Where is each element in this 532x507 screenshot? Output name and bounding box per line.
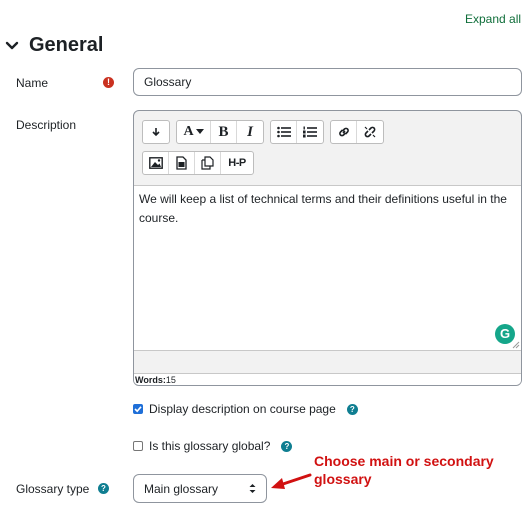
link-button[interactable] xyxy=(331,121,357,143)
media-button[interactable] xyxy=(169,152,195,174)
display-description-label[interactable]: Display description on course page xyxy=(149,402,336,416)
chevron-down-icon xyxy=(5,41,19,49)
section-title: General xyxy=(29,34,104,56)
question-icon[interactable]: ? xyxy=(98,483,109,494)
editor-toolbar-row-2: H-P xyxy=(142,151,254,175)
checkmark-icon xyxy=(134,406,142,413)
image-button[interactable] xyxy=(143,152,169,174)
annotation-arrow-icon xyxy=(271,473,312,489)
h5p-icon: H-P xyxy=(228,157,246,169)
image-icon xyxy=(148,157,163,169)
description-text-area[interactable]: We will keep a list of technical terms a… xyxy=(134,185,521,351)
word-count-label: Words: xyxy=(135,375,166,385)
name-label: Name xyxy=(16,76,49,90)
bold-icon: B xyxy=(218,123,229,140)
italic-icon: I xyxy=(247,123,253,140)
question-icon[interactable]: ? xyxy=(281,440,293,452)
word-count-value: 15 xyxy=(165,375,176,385)
display-description-checkbox[interactable] xyxy=(133,404,143,414)
global-glossary-row: Is this glossary global? ? xyxy=(133,439,293,453)
resize-handle-icon[interactable] xyxy=(512,341,520,349)
font-icon: A xyxy=(183,124,194,139)
global-glossary-label[interactable]: Is this glossary global? xyxy=(149,439,270,453)
glossary-type-value: Main glossary xyxy=(144,481,219,496)
list-ol-icon xyxy=(303,126,317,138)
display-description-row: Display description on course page ? xyxy=(133,402,358,416)
collapse-toolbar-button[interactable] xyxy=(143,121,169,143)
list-ul-icon xyxy=(276,126,291,138)
name-input[interactable] xyxy=(133,68,522,96)
bullet-list-button[interactable] xyxy=(271,121,297,143)
editor-toolbar-row-1: A B I xyxy=(142,120,384,144)
word-count: Words:15 xyxy=(134,373,521,385)
h5p-button[interactable]: H-P xyxy=(221,152,253,174)
description-label: Description xyxy=(16,118,77,132)
description-editor: A B I H-P We will keep a list of technic… xyxy=(133,110,522,386)
select-arrows-icon xyxy=(249,484,256,493)
unlink-button[interactable] xyxy=(357,121,383,143)
description-content: We will keep a list of technical terms a… xyxy=(139,192,507,225)
numbered-list-button[interactable] xyxy=(297,121,323,143)
link-icon xyxy=(338,127,349,137)
question-icon[interactable]: ? xyxy=(346,403,358,415)
glossary-type-label: Glossary type xyxy=(16,482,90,496)
caret-down-icon xyxy=(195,129,204,134)
global-glossary-checkbox[interactable] xyxy=(133,441,143,451)
unlink-icon xyxy=(364,126,376,138)
expand-all-link[interactable]: Expand all xyxy=(465,12,521,26)
glossary-type-select[interactable]: Main glossary xyxy=(133,474,267,503)
exclamation-icon: ! xyxy=(103,77,114,88)
italic-button[interactable]: I xyxy=(237,121,263,143)
arrow-down-icon xyxy=(152,128,160,137)
annotation-text: Choose main or secondary glossary xyxy=(314,453,494,487)
copy-files-icon xyxy=(201,156,214,170)
manage-files-button[interactable] xyxy=(195,152,221,174)
file-media-icon xyxy=(176,156,187,170)
section-header-general[interactable]: General xyxy=(4,34,103,57)
font-size-button[interactable]: A xyxy=(177,121,211,143)
bold-button[interactable]: B xyxy=(211,121,237,143)
